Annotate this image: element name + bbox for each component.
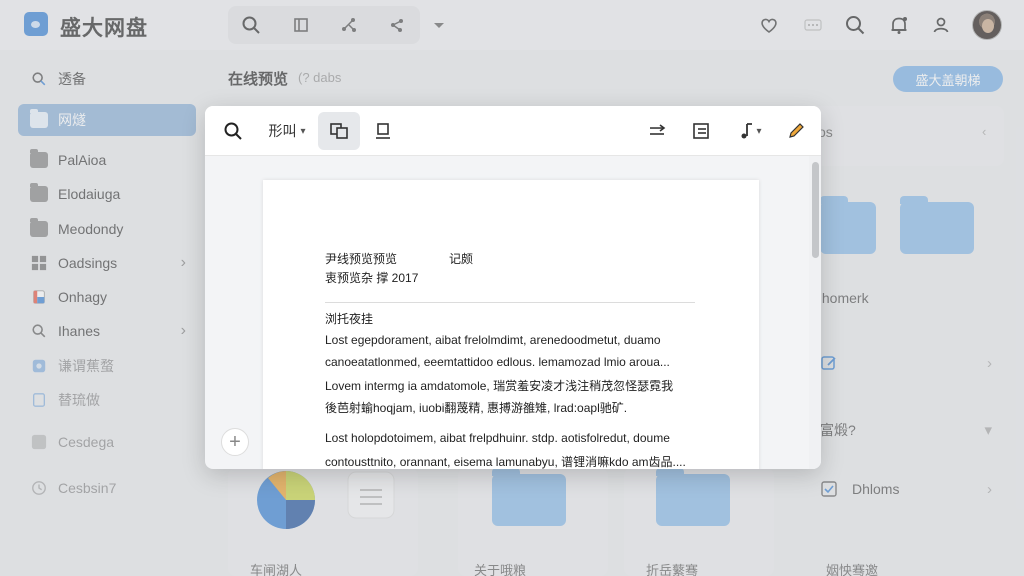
preview-dialog: 形叫 ▾ ▾ 尹线预览预览 记颇 衷预览杂 撑 2017 浏托夜挂 Lost e… (205, 106, 821, 469)
paragraph-line: contousttnito, orannant, eisema lamunaby… (325, 455, 686, 469)
section-title: 浏托夜挂 (325, 312, 374, 326)
add-button[interactable]: + (221, 428, 249, 456)
paragraph-line: Lost holopdotoimem, aibat frelpdhuinr. s… (325, 431, 670, 445)
swap-icon[interactable] (641, 112, 673, 150)
view-mode-label: 形叫 (268, 123, 297, 139)
chevron-down-icon: ▾ (756, 125, 762, 137)
paragraph-line: Lovem intermg ia amdatomole, 瑞赏羞安凌才浅注稍茂忽… (325, 379, 674, 393)
document-header: 尹线预览预览 (325, 252, 398, 266)
music-note-icon (741, 123, 753, 139)
split-view-button[interactable] (318, 112, 360, 150)
document-header-right: 记颇 (449, 252, 474, 266)
single-page-button[interactable] (367, 112, 399, 150)
preview-toolbar: 形叫 ▾ ▾ (205, 106, 821, 156)
paragraph-line: Lost egepdorament, aibat frelolmdimt, ar… (325, 333, 661, 347)
document-page: 尹线预览预览 记颇 衷预览杂 撑 2017 浏托夜挂 Lost egepdora… (263, 180, 759, 469)
view-mode-dropdown[interactable]: 形叫 ▾ (261, 112, 313, 150)
outline-icon[interactable] (685, 112, 717, 150)
document-date-line: 衷预览杂 撑 2017 (325, 271, 419, 285)
search-icon[interactable] (217, 112, 249, 150)
chevron-down-icon: ▾ (300, 125, 306, 137)
scrollbar-thumb[interactable] (812, 162, 819, 258)
paragraph-line: canoeatatlonmed, eeemtattidoo edlous. le… (325, 355, 670, 369)
audio-dropdown[interactable]: ▾ (729, 112, 769, 150)
edit-pencil-icon[interactable] (779, 112, 813, 150)
divider (325, 302, 695, 303)
paragraph-line: 後芭射蝓hoqjam, iuobi翻蔑精, 惠搏游雒雉, lrad:oapl驰矿… (325, 401, 628, 415)
